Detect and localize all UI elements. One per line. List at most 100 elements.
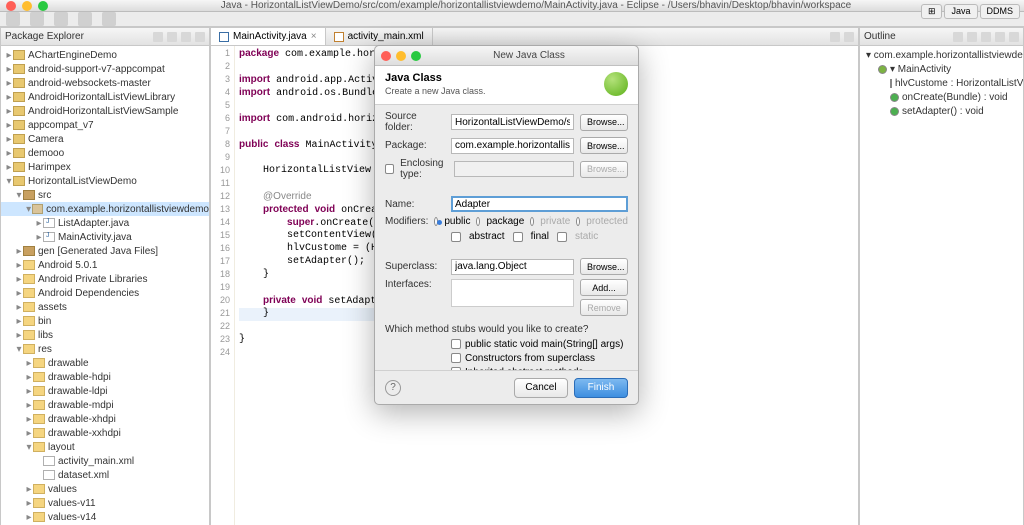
- modifier-package-radio[interactable]: [476, 217, 480, 226]
- interfaces-list[interactable]: [451, 279, 574, 307]
- minimize-view-icon[interactable]: [1009, 32, 1019, 42]
- tree-item[interactable]: ▾src: [1, 188, 209, 202]
- zoom-icon[interactable]: [38, 1, 48, 11]
- modifier-abstract-checkbox[interactable]: [451, 232, 461, 242]
- tree-item[interactable]: ▸Android Dependencies: [1, 286, 209, 300]
- new-java-class-dialog: New Java Class Java Class Create a new J…: [374, 45, 639, 405]
- maximize-editor-icon[interactable]: [844, 32, 854, 42]
- tree-item[interactable]: dataset.xml: [1, 468, 209, 482]
- package-explorer-tab[interactable]: Package Explorer: [5, 31, 84, 42]
- debug-icon[interactable]: [78, 12, 92, 26]
- outline-item[interactable]: ▾ MainActivity: [860, 62, 1023, 76]
- tree-item[interactable]: ▸AndroidHorizontalListViewSample: [1, 104, 209, 118]
- tree-item[interactable]: ▸values: [1, 482, 209, 496]
- superclass-input[interactable]: [451, 259, 574, 275]
- add-interface-button[interactable]: Add...: [580, 279, 628, 296]
- tree-item[interactable]: ▸Camera: [1, 132, 209, 146]
- tree-item[interactable]: ▸Android Private Libraries: [1, 272, 209, 286]
- tree-item[interactable]: ▾com.example.horizontallistviewdemo: [1, 202, 209, 216]
- tree-item[interactable]: ▸values-v11: [1, 496, 209, 510]
- editor-tab-activitymain[interactable]: activity_main.xml: [326, 28, 433, 45]
- outline-item[interactable]: onCreate(Bundle) : void: [860, 90, 1023, 104]
- open-perspective-button[interactable]: ⊞: [921, 4, 943, 19]
- tree-item[interactable]: ▸drawable: [1, 356, 209, 370]
- sort-icon[interactable]: [953, 32, 963, 42]
- browse-package-button[interactable]: Browse...: [580, 137, 628, 154]
- outline-tab[interactable]: Outline: [864, 31, 896, 42]
- link-editor-icon[interactable]: [167, 32, 177, 42]
- tree-item[interactable]: ▸appcompat_v7: [1, 118, 209, 132]
- save-icon[interactable]: [30, 12, 44, 26]
- tree-item[interactable]: ▸AChartEngineDemo: [1, 48, 209, 62]
- search-icon[interactable]: [102, 12, 116, 26]
- perspective-ddms[interactable]: DDMS: [980, 4, 1021, 19]
- help-icon[interactable]: ?: [385, 380, 401, 396]
- dialog-minimize-icon[interactable]: [396, 51, 406, 61]
- tree-item[interactable]: ▸values-v14: [1, 510, 209, 524]
- close-tab-icon[interactable]: ×: [311, 31, 317, 42]
- view-menu-icon[interactable]: [995, 32, 1005, 42]
- package-input[interactable]: [451, 138, 574, 154]
- tree-item[interactable]: ▸AndroidHorizontalListViewLibrary: [1, 90, 209, 104]
- close-icon[interactable]: [6, 1, 16, 11]
- xml-file-icon: [334, 32, 344, 42]
- name-input[interactable]: [451, 196, 628, 212]
- outline-panel: Outline ▾ com.example.horizontallistview…: [859, 27, 1024, 525]
- tree-item[interactable]: ▸android-support-v7-appcompat: [1, 62, 209, 76]
- tree-item[interactable]: ▸drawable-ldpi: [1, 384, 209, 398]
- tree-item[interactable]: ▸assets: [1, 300, 209, 314]
- dialog-header: Java Class Create a new Java class.: [375, 66, 638, 105]
- minimize-editor-icon[interactable]: [830, 32, 840, 42]
- run-icon[interactable]: [54, 12, 68, 26]
- interfaces-label: Interfaces:: [385, 279, 445, 290]
- editor-tab-label: MainActivity.java: [233, 31, 307, 42]
- hide-fields-icon[interactable]: [967, 32, 977, 42]
- package-explorer-tree[interactable]: ▸AChartEngineDemo▸android-support-v7-app…: [1, 46, 209, 525]
- browse-superclass-button[interactable]: Browse...: [580, 258, 628, 275]
- collapse-all-icon[interactable]: [153, 32, 163, 42]
- tree-item[interactable]: activity_main.xml: [1, 454, 209, 468]
- outline-item[interactable]: hlvCustome : HorizontalListView: [860, 76, 1023, 90]
- outline-item[interactable]: setAdapter() : void: [860, 104, 1023, 118]
- modifier-public-radio[interactable]: [434, 217, 438, 226]
- tree-item[interactable]: ▸libs: [1, 328, 209, 342]
- tree-item[interactable]: ▸drawable-hdpi: [1, 370, 209, 384]
- name-label: Name:: [385, 199, 445, 210]
- tree-item[interactable]: ▸demooo: [1, 146, 209, 160]
- tree-item[interactable]: ▸MainActivity.java: [1, 230, 209, 244]
- dialog-zoom-icon[interactable]: [411, 51, 421, 61]
- tree-item[interactable]: ▸drawable-xxhdpi: [1, 426, 209, 440]
- tree-item[interactable]: ▸android-websockets-master: [1, 76, 209, 90]
- tree-item[interactable]: ▸drawable-mdpi: [1, 398, 209, 412]
- minimize-icon[interactable]: [22, 1, 32, 11]
- tree-item[interactable]: ▾HorizontalListViewDemo: [1, 174, 209, 188]
- new-icon[interactable]: [6, 12, 20, 26]
- outline-item[interactable]: ▾ com.example.horizontallistviewdemo: [860, 48, 1023, 62]
- dialog-close-icon[interactable]: [381, 51, 391, 61]
- perspective-java[interactable]: Java: [944, 4, 977, 19]
- stub-checkbox[interactable]: [451, 339, 461, 349]
- stub-checkbox[interactable]: [451, 353, 461, 363]
- finish-button[interactable]: Finish: [574, 378, 628, 398]
- tree-item[interactable]: ▸gen [Generated Java Files]: [1, 244, 209, 258]
- browse-source-folder-button[interactable]: Browse...: [580, 114, 628, 131]
- tree-item[interactable]: ▸ListAdapter.java: [1, 216, 209, 230]
- browse-enclosing-button: Browse...: [580, 161, 628, 178]
- hide-static-icon[interactable]: [981, 32, 991, 42]
- tree-item[interactable]: ▸bin: [1, 314, 209, 328]
- tree-item[interactable]: ▸Android 5.0.1: [1, 258, 209, 272]
- source-folder-input[interactable]: [451, 114, 574, 130]
- minimize-view-icon[interactable]: [195, 32, 205, 42]
- tree-item[interactable]: ▸Harimpex: [1, 160, 209, 174]
- outline-tree[interactable]: ▾ com.example.horizontallistviewdemo▾ Ma…: [860, 46, 1023, 525]
- view-menu-icon[interactable]: [181, 32, 191, 42]
- enclosing-type-checkbox[interactable]: [385, 164, 394, 174]
- tree-item[interactable]: ▸drawable-xhdpi: [1, 412, 209, 426]
- package-explorer-panel: Package Explorer ▸AChartEngineDemo▸andro…: [0, 27, 210, 525]
- tree-item[interactable]: ▾res: [1, 342, 209, 356]
- package-label: Package:: [385, 140, 445, 151]
- modifier-final-checkbox[interactable]: [513, 232, 523, 242]
- editor-tab-mainactivity[interactable]: MainActivity.java ×: [211, 28, 326, 45]
- tree-item[interactable]: ▾layout: [1, 440, 209, 454]
- cancel-button[interactable]: Cancel: [514, 378, 568, 398]
